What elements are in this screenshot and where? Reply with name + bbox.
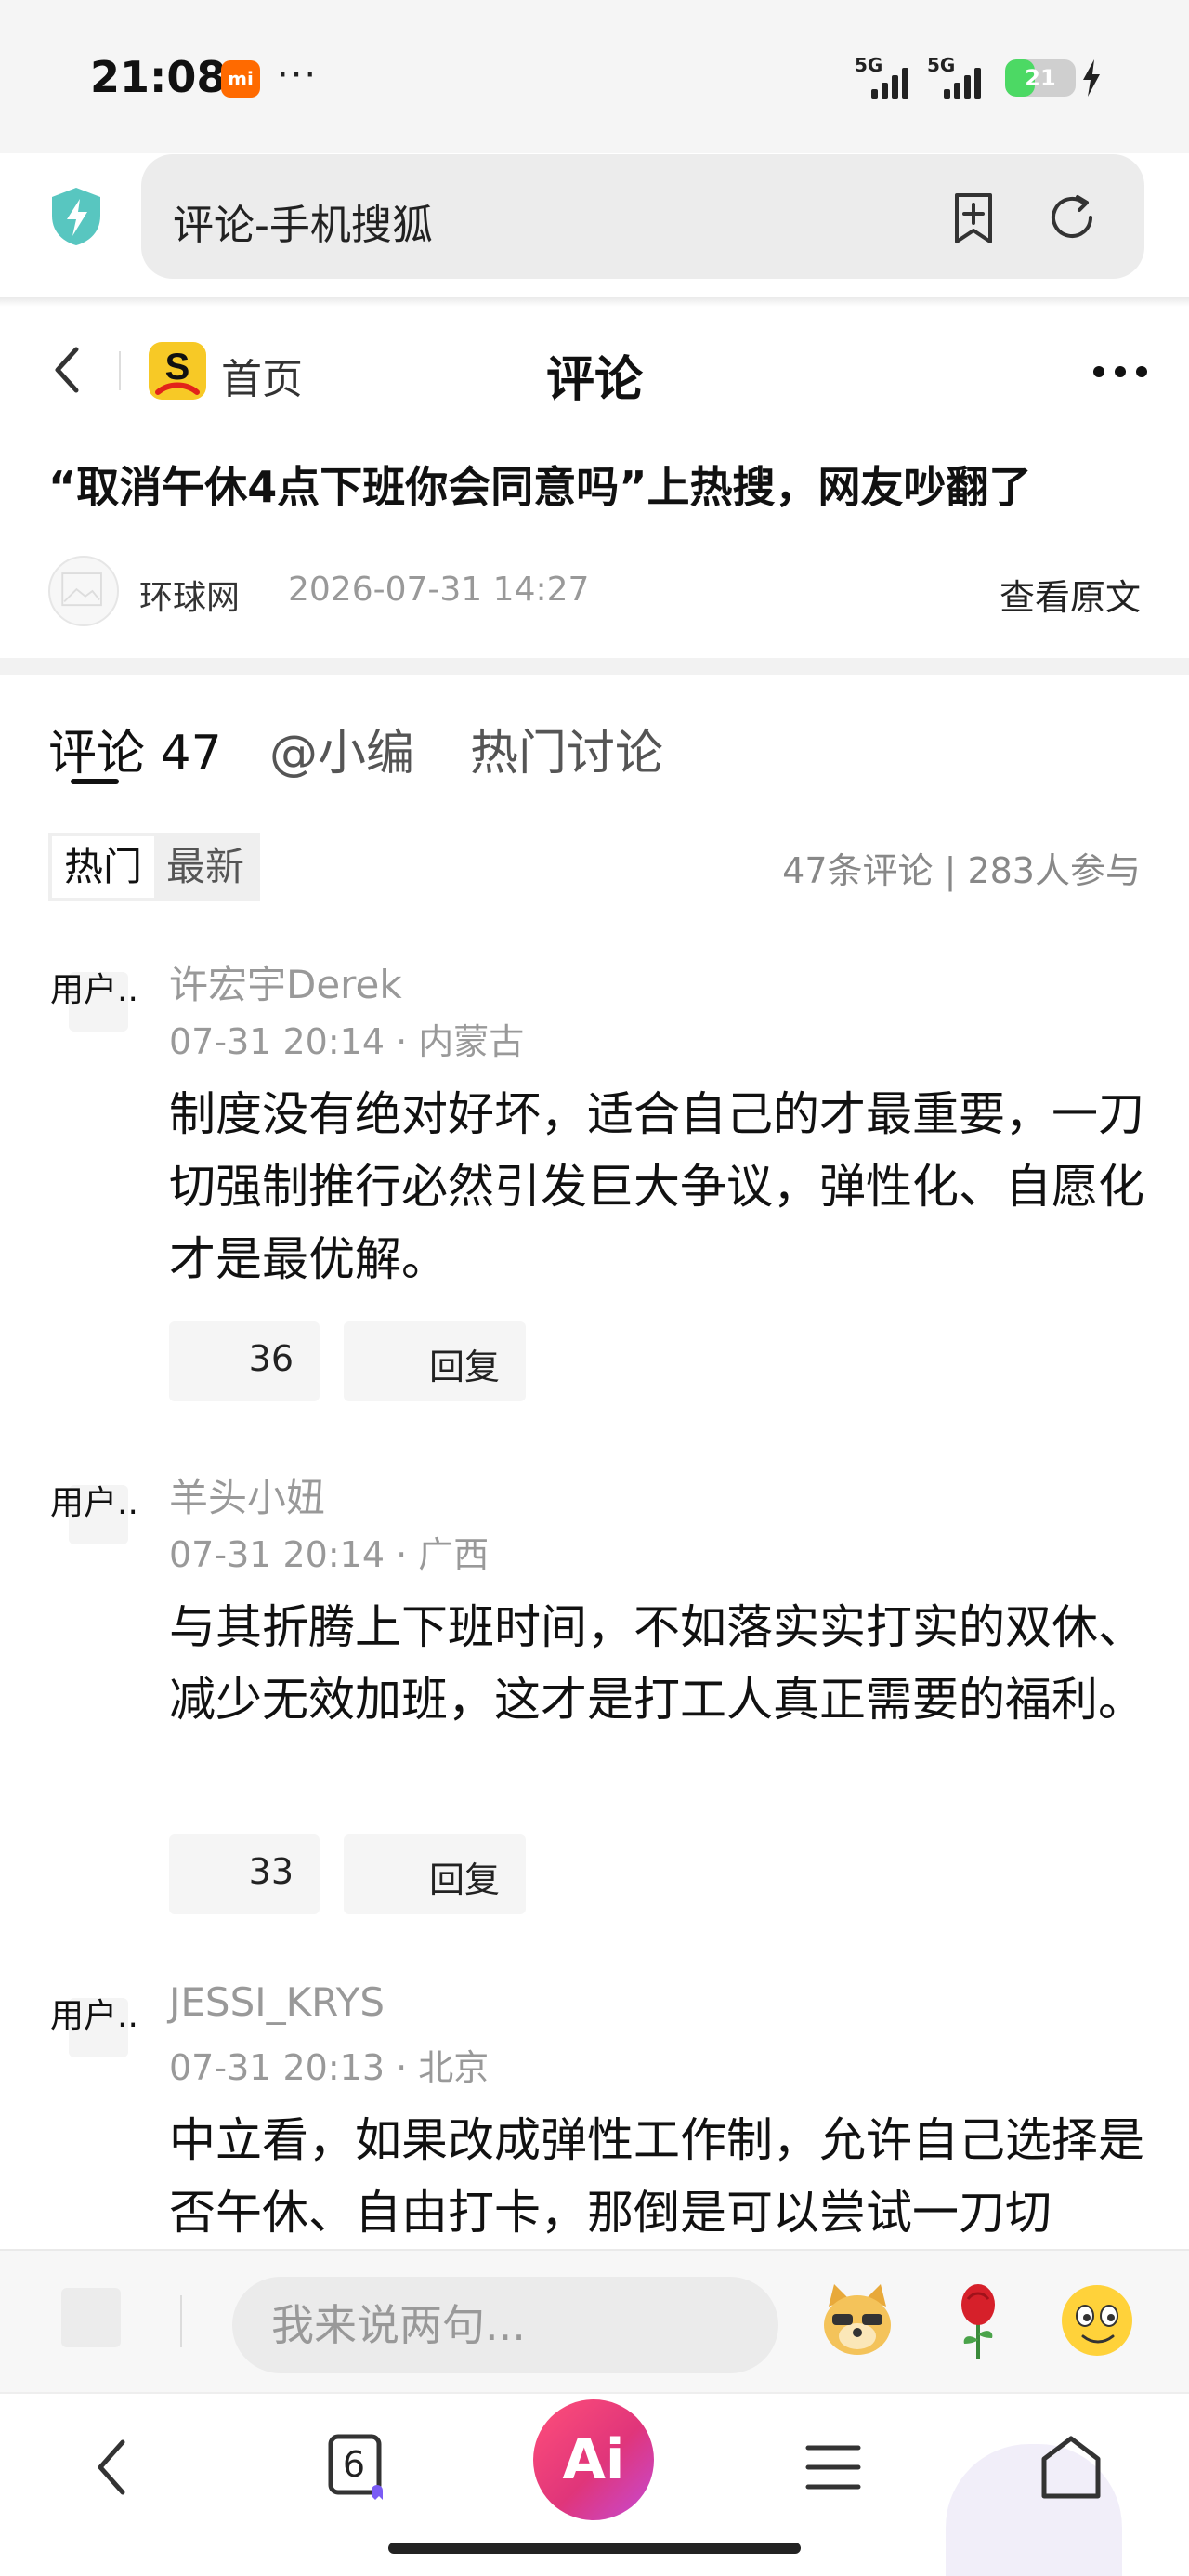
view-original-link[interactable]: 查看原文	[1000, 569, 1141, 620]
avatar[interactable]: 用户..	[50, 953, 143, 1046]
more-notifications-icon: ···	[277, 54, 319, 97]
tab-hot-discussion[interactable]: 热门讨论	[470, 714, 663, 783]
comment-text: 制度没有绝对好坏，适合自己的才最重要，一刀切强制推行必然引发巨大争议，弹性化、自…	[169, 1087, 1144, 1286]
comment-stats: 47条评论 | 283人参与	[782, 850, 1141, 891]
comment-username[interactable]: JESSI_KRYS	[169, 1979, 385, 2025]
home-icon[interactable]	[1029, 2425, 1113, 2509]
like-button[interactable]: 33	[169, 1834, 320, 1914]
comment-meta: 07-31 20:13 · 北京	[169, 2047, 490, 2088]
header-shadow	[0, 297, 1189, 307]
rose-emoji-icon[interactable]	[936, 2279, 1020, 2362]
refresh-icon[interactable]	[1042, 188, 1102, 247]
comment-username[interactable]: 许宏宇Derek	[169, 953, 402, 1010]
mi-icon: mi	[221, 60, 260, 98]
back-icon[interactable]	[72, 2425, 156, 2509]
smile-emoji-icon[interactable]	[1055, 2279, 1139, 2362]
avatar[interactable]: 用户..	[50, 1979, 143, 2072]
like-button[interactable]: 36	[169, 1321, 320, 1401]
tab-comments[interactable]: 评论 47	[48, 714, 222, 783]
comment-text: 与其折腾上下班时间，不如落实实打实的双休、减少无效加班，这才是打工人真正需要的福…	[169, 1600, 1144, 1727]
source-avatar	[48, 556, 119, 626]
ai-button[interactable]: Ai	[533, 2399, 654, 2520]
charging-icon	[1083, 59, 1100, 97]
menu-icon[interactable]	[791, 2425, 875, 2509]
avatar[interactable]: 用户..	[50, 1466, 143, 1559]
comment-input-bar	[0, 2249, 1189, 2392]
comment-text: 中立看，如果改成弹性工作制，允许自己选择是否午休、自由打卡，那倒是可以尝试一刀切	[169, 2113, 1144, 2240]
status-bar: 21:08 mi ··· 5G 5G 21 评论-手机搜狐	[0, 0, 1189, 279]
battery-icon: 21	[1005, 59, 1076, 97]
tabs-button[interactable]: 6	[314, 2425, 398, 2509]
source-name: 环球网	[139, 579, 241, 617]
input-divider	[180, 2295, 182, 2347]
sort-hot[interactable]: 热门	[52, 836, 154, 898]
my-avatar[interactable]	[61, 2288, 121, 2347]
signal-icon: 5G	[927, 54, 986, 99]
battery-text: 21	[1025, 65, 1056, 91]
image-placeholder-icon	[61, 572, 102, 607]
comment-username[interactable]: 羊头小妞	[169, 1466, 325, 1523]
doge-emoji-icon[interactable]	[816, 2279, 899, 2362]
sort-toggle: 热门 最新	[48, 833, 260, 901]
active-tab-indicator	[71, 779, 119, 784]
address-bar[interactable]: 评论-手机搜狐	[141, 154, 1144, 279]
article-title[interactable]: “取消午休4点下班你会同意吗”上热搜，网友吵翻了	[48, 453, 1031, 515]
page-title: 评论	[545, 352, 643, 408]
section-divider	[0, 658, 1189, 675]
comment-meta: 07-31 20:14 · 广西	[169, 1534, 490, 1575]
comment-meta: 07-31 20:14 · 内蒙古	[169, 1021, 525, 1062]
more-icon[interactable]	[1092, 365, 1148, 378]
signal-icon: 5G	[855, 54, 914, 99]
status-time: 21:08	[90, 52, 227, 102]
reply-button[interactable]: 回复	[344, 1834, 526, 1914]
shield-icon[interactable]	[48, 186, 104, 247]
tab-editor[interactable]: @小编	[269, 714, 414, 783]
reply-button[interactable]: 回复	[344, 1321, 526, 1401]
sort-latest[interactable]: 最新	[154, 836, 256, 898]
address-text[interactable]: 评论-手机搜狐	[173, 191, 433, 251]
add-bookmark-icon[interactable]	[944, 188, 1003, 247]
comment-item: 用户.. JESSI_KRYS 07-31 20:13 · 北京 中立看，如果改…	[0, 1979, 1189, 2249]
publish-time: 2026-07-31 14:27	[288, 571, 590, 609]
comment-input[interactable]	[232, 2277, 778, 2373]
home-indicator[interactable]	[388, 2543, 801, 2554]
tab-count: 6	[342, 2444, 366, 2485]
